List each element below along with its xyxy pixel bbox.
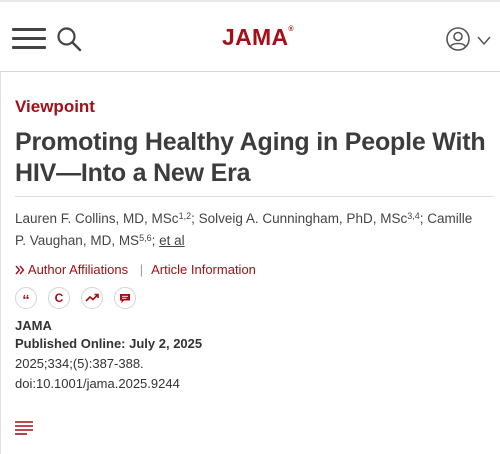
menu-line <box>12 28 46 31</box>
doi[interactable]: doi:10.1001/jama.2025.9244 <box>15 376 180 391</box>
author-affiliations-link[interactable]: Author Affiliations <box>15 262 132 277</box>
table-of-contents-icon[interactable] <box>15 421 33 435</box>
article-type-label: Viewpoint <box>15 97 95 116</box>
logo-text: JAMA <box>222 24 289 50</box>
author-separator: ; <box>191 211 199 226</box>
comment-button[interactable] <box>114 287 136 309</box>
article-header: Viewpoint Promoting Healthy Aging in Peo… <box>0 72 500 454</box>
author-affiliation-ref: 5,6 <box>139 233 152 243</box>
author-separator: ; <box>151 233 160 248</box>
journal-name: JAMA <box>15 318 52 333</box>
site-header: JAMA® <box>0 0 500 72</box>
article-information-link[interactable]: Article Information <box>151 262 256 277</box>
menu-line <box>12 46 46 49</box>
cite-icon: “ <box>22 291 30 309</box>
author-list: Lauren F. Collins, MD, MSc1,2; Solveig A… <box>15 208 485 252</box>
top-accent-bar <box>0 0 500 2</box>
user-account-icon[interactable] <box>446 27 470 51</box>
link-separator: | <box>139 262 144 277</box>
author-affiliation-ref: 3,4 <box>407 211 420 221</box>
metrics-button[interactable] <box>81 287 103 309</box>
registered-mark: ® <box>288 26 294 33</box>
article-title: Promoting Healthy Aging in People With H… <box>15 128 486 187</box>
et-al-link[interactable]: et al <box>159 233 185 248</box>
cite-button[interactable]: “ <box>15 287 37 309</box>
hamburger-menu-icon[interactable] <box>12 28 46 50</box>
author-name[interactable]: Solveig A. Cunningham, PhD, MSc <box>199 211 408 226</box>
article-information-label: Article Information <box>151 262 256 277</box>
published-date: Published Online: July 2, 2025 <box>15 336 203 351</box>
author-affiliations-label: Author Affiliations <box>27 262 129 277</box>
author-affiliation-ref: 1,2 <box>178 211 192 221</box>
permissions-button[interactable]: C <box>48 287 70 309</box>
chevron-down-icon[interactable] <box>477 33 491 46</box>
search-icon[interactable] <box>56 26 82 52</box>
permissions-icon: C <box>54 291 64 305</box>
article-links: Author Affiliations | Article Information <box>15 262 256 277</box>
double-chevron-right-icon <box>15 265 25 275</box>
title-divider <box>15 196 493 197</box>
metrics-trend-icon <box>85 293 99 302</box>
comment-icon <box>120 293 130 303</box>
author-name[interactable]: Lauren F. Collins, MD, MSc <box>15 211 179 226</box>
menu-line <box>12 37 46 40</box>
citation-info: 2025;334;(5):387-388. <box>15 356 144 371</box>
jama-logo[interactable]: JAMA® <box>222 24 294 51</box>
